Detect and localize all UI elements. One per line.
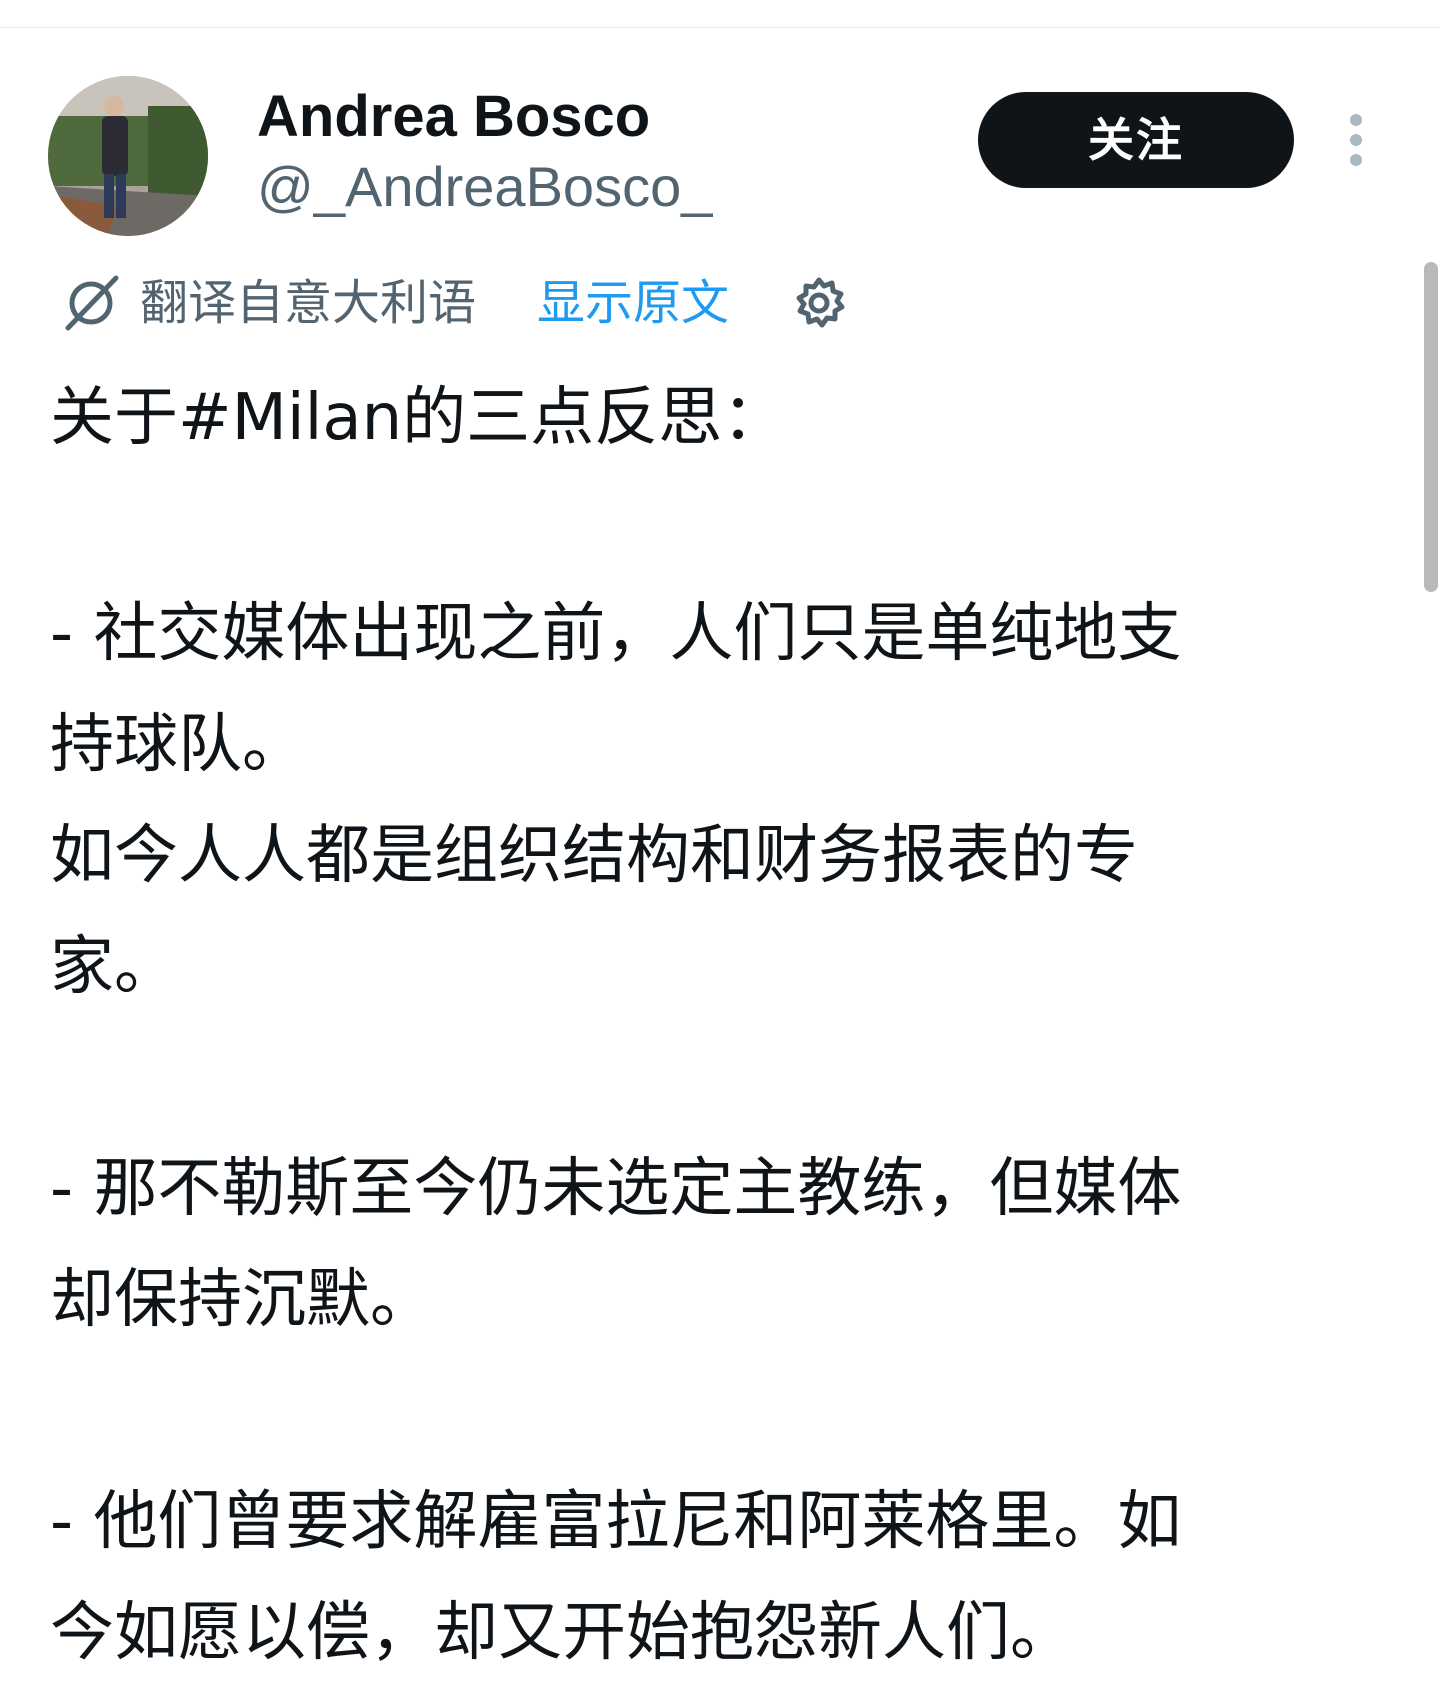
user-handle[interactable]: @_AndreaBosco_ bbox=[257, 152, 712, 222]
avatar[interactable] bbox=[48, 76, 208, 236]
top-divider bbox=[0, 27, 1440, 28]
tweet-text: 关于#Milan的三点反思： - 社交媒体出现之前，人们只是单纯地支 持球队。 … bbox=[50, 368, 1340, 1689]
translated-from-label: 翻译自意大利语 bbox=[140, 275, 477, 331]
scrollbar[interactable] bbox=[1424, 262, 1438, 592]
tweet-heading: 关于#Milan的三点反思： bbox=[50, 381, 787, 455]
avatar-photo bbox=[48, 76, 208, 236]
show-original-link[interactable]: 显示原文 bbox=[537, 274, 729, 332]
follow-button[interactable]: 关注 bbox=[978, 92, 1294, 188]
tweet-point-3-line-1: - 他们曾要求解雇富拉尼和阿莱格里。如 bbox=[50, 1485, 1182, 1559]
translate-icon bbox=[62, 274, 120, 332]
translation-bar: 翻译自意大利语 显示原文 bbox=[62, 268, 862, 338]
tweet-point-2-line-1: - 那不勒斯至今仍未选定主教练，但媒体 bbox=[50, 1152, 1182, 1226]
tweet-point-1-line-4: 家。 bbox=[50, 930, 178, 1004]
tweet-point-1-line-3: 如今人人都是组织结构和财务报表的专 bbox=[50, 819, 1138, 893]
gear-icon[interactable] bbox=[790, 274, 848, 332]
tweet-point-1-line-1: - 社交媒体出现之前，人们只是单纯地支 bbox=[50, 597, 1182, 671]
tweet-point-1-line-2: 持球队。 bbox=[50, 708, 306, 782]
tweet-point-2-line-2: 却保持沉默。 bbox=[50, 1263, 434, 1337]
display-name[interactable]: Andrea Bosco bbox=[257, 82, 650, 152]
tweet-point-3-line-2: 今如愿以偿，却又开始抱怨新人们。 bbox=[50, 1596, 1074, 1670]
more-vertical-icon[interactable] bbox=[1344, 112, 1368, 168]
